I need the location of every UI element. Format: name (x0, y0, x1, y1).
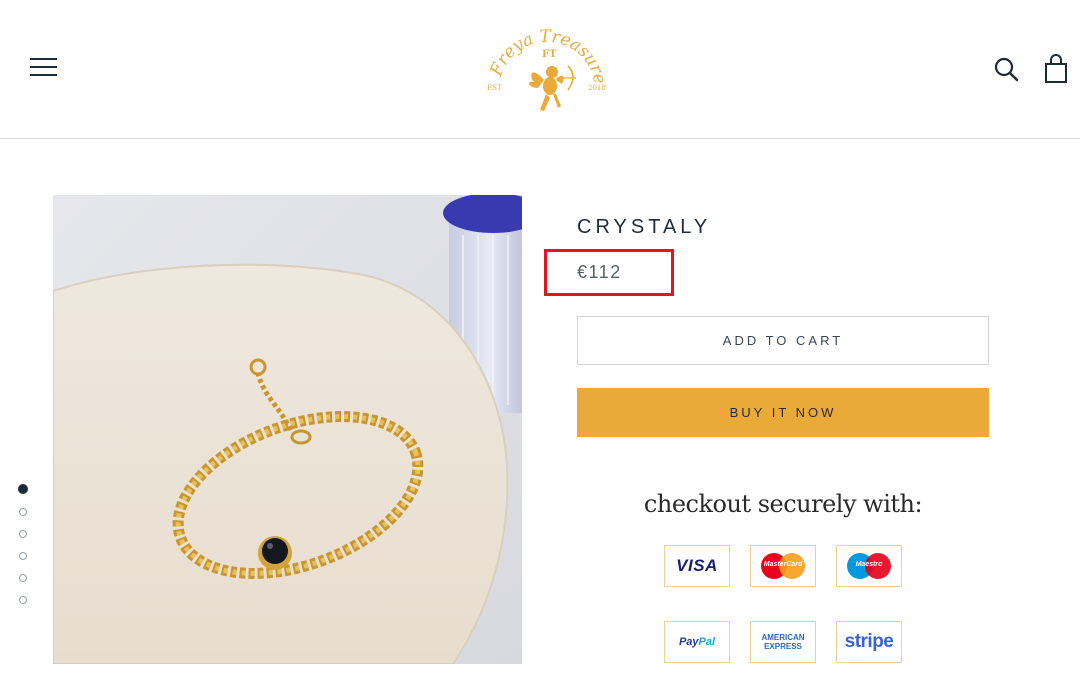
freya-treasures-logo[interactable]: Freya Treasures FT EST 2018 (482, 14, 612, 124)
mastercard-icon: MasterCard (761, 553, 805, 579)
buy-it-now-button[interactable]: BUY IT NOW (577, 388, 989, 437)
shopping-bag-icon[interactable] (1044, 54, 1070, 84)
gallery-dot-6[interactable] (19, 596, 27, 604)
search-icon[interactable] (993, 56, 1021, 84)
checkout-heading: checkout securely with: (643, 490, 923, 518)
gallery-dot-1[interactable] (18, 484, 28, 494)
maestro-icon: Maestro (847, 553, 891, 579)
paypal-label: PayPal (678, 636, 716, 648)
visa-label: VISA (676, 556, 718, 575)
stripe-label: stripe (844, 631, 894, 652)
amex-label: AMERICAN EXPRESS (761, 633, 805, 651)
maestro-label: Maestro (855, 561, 883, 568)
logo-est: EST (487, 84, 502, 92)
price-highlight-box (544, 249, 674, 296)
gallery-dot-5[interactable] (19, 574, 27, 582)
stripe-badge: stripe (836, 621, 902, 663)
mastercard-label: MasterCard (763, 561, 803, 568)
amex-badge: AMERICAN EXPRESS (750, 621, 816, 663)
product-title: CRYSTALY (577, 216, 712, 238)
gallery-dot-2[interactable] (19, 508, 27, 516)
gallery-dot-3[interactable] (19, 530, 27, 538)
mastercard-badge: MasterCard (750, 545, 816, 587)
paypal-badge: PayPal (664, 621, 730, 663)
visa-badge: VISA (664, 545, 730, 587)
gallery-pagination (18, 484, 31, 618)
logo-monogram: FT (542, 49, 557, 60)
add-to-cart-button[interactable]: ADD TO CART (577, 316, 989, 365)
product-image[interactable] (53, 195, 522, 664)
logo-year: 2018 (588, 84, 606, 92)
gallery-dot-4[interactable] (19, 552, 27, 560)
maestro-badge: Maestro (836, 545, 902, 587)
site-header: Freya Treasures FT EST 2018 (0, 0, 1080, 139)
hamburger-menu-icon[interactable] (30, 58, 58, 80)
